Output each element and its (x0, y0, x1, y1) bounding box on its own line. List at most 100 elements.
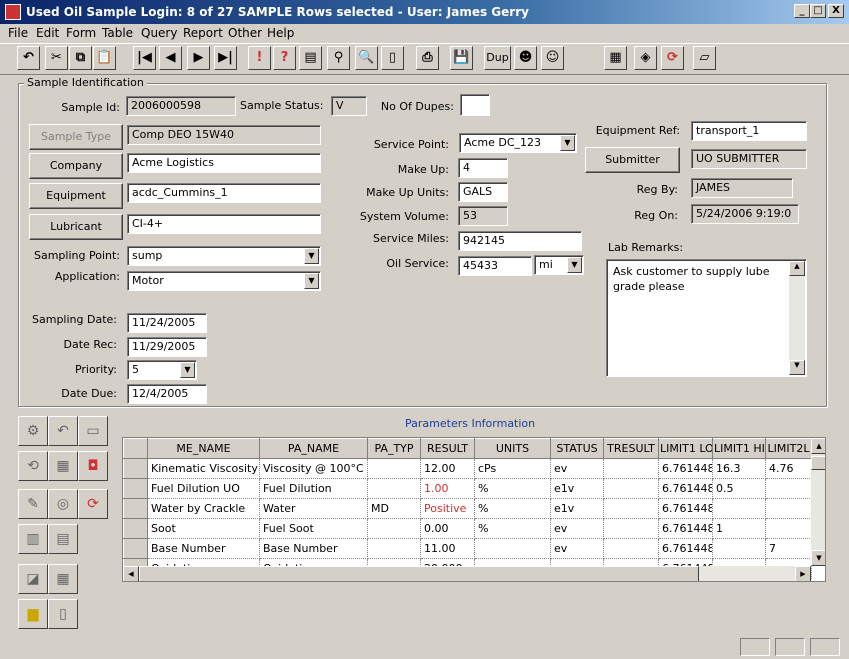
chevron-down-icon[interactable]: ▼ (180, 362, 195, 378)
table-cell[interactable]: ev (550, 538, 604, 559)
table-cell[interactable]: % (474, 518, 551, 539)
column-header[interactable]: PA_NAME (259, 438, 368, 459)
close-button[interactable]: X (828, 4, 844, 18)
chevron-down-icon[interactable]: ▼ (567, 257, 582, 273)
users-icon[interactable]: ☻ (514, 46, 537, 70)
duplicate-button[interactable]: Dup (484, 46, 511, 70)
help-icon[interactable]: ? (273, 46, 296, 70)
table-cell[interactable]: 6.761448 (658, 458, 713, 479)
new-document-icon[interactable]: ▯ (381, 46, 404, 70)
table-cell[interactable]: 7 (765, 538, 812, 559)
column-header[interactable]: UNITS (474, 438, 551, 459)
table-cell[interactable]: e1v (550, 478, 604, 499)
table-cell[interactable] (367, 458, 421, 479)
menu-other[interactable]: Other (228, 26, 262, 40)
reg-on-field[interactable]: 5/24/2006 9:19:0 (691, 204, 799, 224)
table-cell[interactable]: Viscosity @ 100°C (259, 458, 368, 479)
equipment-ref-field[interactable]: transport_1 (691, 121, 807, 141)
grid-vertical-scrollbar[interactable]: ▲ ▼ (811, 438, 825, 566)
maximize-button[interactable]: □ (810, 4, 826, 18)
date-rec-field[interactable]: 11/29/2005 (127, 337, 207, 357)
table-cell[interactable]: 11.00 (420, 538, 475, 559)
scroll-right-icon[interactable]: ▶ (795, 566, 811, 581)
table-row[interactable]: Fuel Dilution UO Fuel Dilution 1.00% e1v 6.7… (123, 478, 812, 499)
company-button[interactable]: Company (29, 153, 123, 179)
lubricant-field[interactable]: CI-4+ (127, 214, 321, 234)
undo-icon[interactable]: ↶ (17, 46, 40, 70)
sidebar-chart-icon[interactable]: ▥ (18, 524, 48, 554)
sidebar-tool-2-icon[interactable]: ⟲ (18, 451, 48, 481)
menu-help[interactable]: Help (267, 26, 294, 40)
scroll-thumb[interactable] (811, 456, 825, 470)
sidebar-grid-icon[interactable]: ▦ (48, 451, 78, 481)
table-row[interactable]: Kinematic Viscosity Viscosity @ 100°C 12.0… (123, 458, 812, 479)
table-cell[interactable] (474, 538, 551, 559)
table-cell[interactable] (367, 518, 421, 539)
table-cell[interactable]: Water (259, 498, 368, 519)
sample-id-field[interactable]: 2006000598 (126, 96, 236, 116)
menu-report[interactable]: Report (183, 26, 223, 40)
menu-file[interactable]: File (8, 26, 28, 40)
sidebar-page-icon[interactable]: ▯ (48, 599, 78, 629)
sampling-point-select[interactable]: sump ▼ (127, 246, 321, 266)
sidebar-refresh-icon[interactable]: ⟳ (78, 489, 108, 519)
sidebar-calc-icon[interactable]: ▦ (48, 564, 78, 594)
next-record-icon[interactable]: ▶ (187, 46, 210, 70)
column-header[interactable]: RESULT (420, 438, 475, 459)
menu-table[interactable]: Table (102, 26, 133, 40)
table-cell[interactable] (603, 458, 659, 479)
menu-edit[interactable]: Edit (36, 26, 59, 40)
scroll-up-icon[interactable]: ▲ (811, 438, 825, 454)
table-cell[interactable]: 1 (712, 518, 766, 539)
sidebar-comment-icon[interactable]: ◘ (78, 451, 108, 481)
table-cell[interactable] (712, 498, 766, 519)
image-icon[interactable]: ▦ (604, 46, 627, 70)
table-cell[interactable]: 0.5 (712, 478, 766, 499)
submitter-button[interactable]: Submitter (585, 147, 680, 173)
table-cell[interactable] (367, 478, 421, 499)
table-row[interactable]: Soot Fuel Soot 0.00% ev 6.761448 1 (123, 518, 812, 539)
oil-service-unit-select[interactable]: mi ▼ (534, 255, 584, 275)
scroll-left-icon[interactable]: ◀ (123, 566, 139, 581)
table-cell[interactable]: Soot (147, 518, 260, 539)
table-cell[interactable] (603, 538, 659, 559)
table-cell[interactable]: 4.76 (765, 458, 812, 479)
eraser-icon[interactable]: ▱ (693, 46, 716, 70)
sidebar-save-icon[interactable]: ▭ (78, 416, 108, 446)
service-point-select[interactable]: Acme DC_123 ▼ (459, 133, 577, 153)
last-record-icon[interactable]: ▶| (214, 46, 237, 70)
menu-query[interactable]: Query (141, 26, 177, 40)
table-cell[interactable]: cPs (474, 458, 551, 479)
oil-service-field[interactable]: 45433 (458, 256, 532, 276)
table-cell[interactable]: Fuel Dilution UO (147, 478, 260, 499)
table-row[interactable]: Base Number Base Number 11.00 ev 6.761448 7 (123, 538, 812, 559)
table-cell[interactable]: 16.3 (712, 458, 766, 479)
equipment-name-button[interactable]: Equipment Name (29, 183, 123, 226)
scroll-down-icon[interactable]: ▼ (789, 360, 805, 375)
table-cell[interactable] (765, 478, 812, 499)
grid-horizontal-scrollbar[interactable]: ◀ ▶ (123, 566, 811, 581)
table-cell[interactable] (603, 518, 659, 539)
make-up-units-field[interactable]: GALS (458, 182, 508, 202)
sidebar-report-icon[interactable]: ◪ (18, 564, 48, 594)
lab-remarks-textarea[interactable]: Ask customer to supply lube grade please… (606, 259, 807, 377)
user-icon[interactable]: ☺ (541, 46, 564, 70)
table-cell[interactable]: % (474, 478, 551, 499)
chevron-down-icon[interactable]: ▼ (304, 273, 319, 289)
table-cell[interactable]: % (474, 498, 551, 519)
tiles-icon[interactable]: ▤ (299, 46, 322, 70)
table-cell[interactable] (712, 538, 766, 559)
prev-record-icon[interactable]: ◀ (159, 46, 182, 70)
chevron-down-icon[interactable]: ▼ (560, 135, 575, 151)
dupes-field[interactable] (460, 94, 490, 116)
make-up-field[interactable]: 4 (458, 158, 508, 178)
table-cell[interactable]: ev (550, 458, 604, 479)
reg-by-field[interactable]: JAMES (691, 178, 793, 198)
column-header[interactable]: PA_TYP (367, 438, 421, 459)
table-cell[interactable]: 0.00 (420, 518, 475, 539)
table-cell[interactable]: Base Number (147, 538, 260, 559)
table-cell[interactable]: Water by Crackle (147, 498, 260, 519)
table-cell[interactable]: e1v (550, 498, 604, 519)
column-header[interactable]: LIMIT1 LO (658, 438, 713, 459)
table-cell[interactable]: Kinematic Viscosity (147, 458, 260, 479)
